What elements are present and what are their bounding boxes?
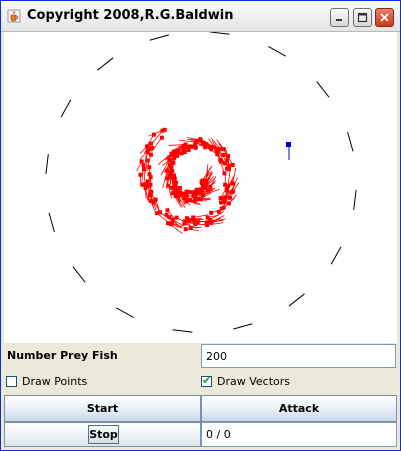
boundary-segment <box>232 323 253 330</box>
start-button[interactable]: Start <box>4 395 201 422</box>
prey-fish <box>138 172 143 177</box>
draw-points-label: Draw Points <box>22 374 88 388</box>
check-icon: ✔ <box>202 373 212 387</box>
boundary-segment <box>149 34 170 41</box>
prey-fish <box>174 215 179 220</box>
boundary-segment <box>353 189 357 210</box>
java-cup-icon <box>7 9 21 23</box>
boundary-segment <box>172 329 193 333</box>
close-button[interactable] <box>375 8 394 27</box>
status-field: 0 / 0 <box>201 422 397 447</box>
minimize-button[interactable] <box>330 8 349 27</box>
simulation-svg <box>45 32 357 333</box>
prey-school <box>136 127 240 234</box>
close-icon <box>380 13 389 22</box>
boundary-segment <box>116 307 134 319</box>
prey-fish <box>221 153 226 158</box>
prey-fish <box>145 158 150 163</box>
simulation-canvas[interactable] <box>4 32 397 343</box>
draw-vectors-checkbox-row[interactable]: ✔ Draw Vectors <box>201 373 290 389</box>
draw-points-checkbox-row[interactable]: Draw Points <box>6 373 87 389</box>
boundary-segment <box>268 45 286 57</box>
prey-fish <box>182 150 187 155</box>
prey-vector <box>148 129 165 137</box>
boundary-segment <box>48 212 55 233</box>
window-title: Copyright 2008,R.G.Baldwin <box>27 8 234 23</box>
prey-fish <box>222 197 227 202</box>
prey-fish <box>164 212 169 217</box>
boundary-segment <box>316 81 330 98</box>
prey-count-label: Number Prey Fish <box>7 349 118 362</box>
prey-fish <box>165 208 170 213</box>
draw-points-checkbox[interactable] <box>6 375 17 387</box>
prey-fish <box>183 227 188 232</box>
boundary-segment <box>288 293 305 307</box>
prey-fish <box>192 142 197 147</box>
prey-fish <box>216 209 221 214</box>
minimize-icon <box>336 19 342 21</box>
prey-fish <box>209 210 214 215</box>
draw-vectors-checkbox[interactable]: ✔ <box>201 373 212 387</box>
prey-fish <box>145 179 150 184</box>
prey-fish <box>195 220 200 225</box>
prey-fish <box>192 189 197 194</box>
maximize-icon <box>357 12 368 23</box>
prey-fish <box>162 127 167 132</box>
prey-fish <box>227 163 232 168</box>
stop-button[interactable]: Stop <box>88 425 119 444</box>
prey-vector <box>151 137 163 152</box>
attack-button[interactable]: Attack <box>201 395 397 422</box>
prey-fish <box>159 135 164 140</box>
prey-fish <box>205 215 210 220</box>
control-panel: Number Prey Fish Draw Points ✔ Draw Vect… <box>4 343 397 449</box>
maximize-button[interactable] <box>353 8 372 27</box>
prey-fish <box>169 166 174 171</box>
draw-vectors-label: Draw Vectors <box>217 374 291 388</box>
title-bar[interactable]: Copyright 2008,R.G.Baldwin <box>1 1 400 32</box>
boundary-segment <box>209 32 230 35</box>
prey-fish <box>231 189 236 194</box>
prey-fish <box>219 159 224 164</box>
predator-marker <box>286 142 291 147</box>
prey-fish <box>155 211 160 216</box>
stop-button-cell: Stop <box>4 422 201 447</box>
prey-fish <box>148 152 153 157</box>
predator-fish <box>286 142 291 160</box>
prey-fish <box>148 191 153 196</box>
boundary-segment <box>45 154 49 175</box>
prey-fish <box>200 178 205 183</box>
prey-count-input[interactable] <box>201 344 396 368</box>
boundary-segment <box>330 246 342 265</box>
app-window: Copyright 2008,R.G.Baldwin Number Prey F… <box>0 0 401 451</box>
boundary-segment <box>60 99 72 118</box>
boundary-segment <box>72 266 86 283</box>
prey-vector <box>232 167 237 184</box>
prey-fish <box>187 218 192 223</box>
boundary-segment <box>347 131 354 152</box>
prey-fish <box>230 162 235 167</box>
prey-fish <box>139 159 144 164</box>
boundary-segment <box>97 57 114 71</box>
